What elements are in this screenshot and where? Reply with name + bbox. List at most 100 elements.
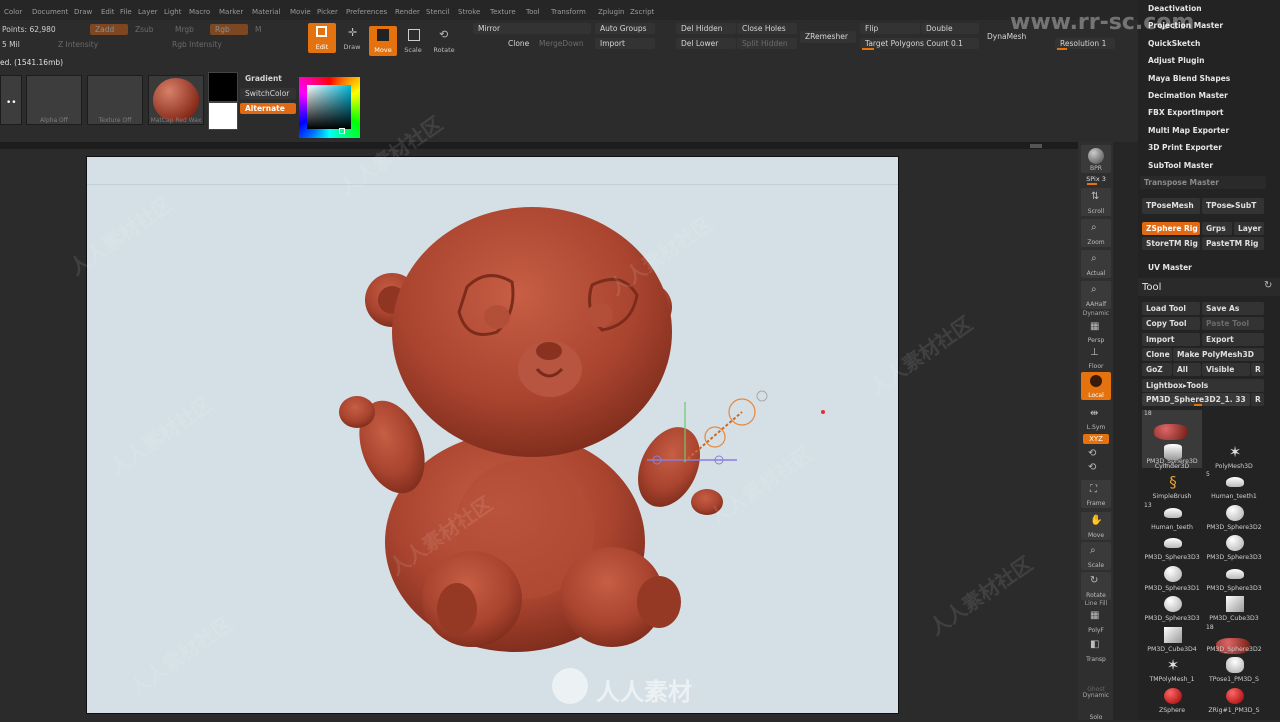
tool-thumb[interactable]: 13 Human_teeth <box>1142 502 1202 532</box>
viewport-scroll-handle[interactable] <box>1030 144 1042 148</box>
lsym-button[interactable]: ⇹ L.Sym <box>1081 404 1111 432</box>
menu-stroke[interactable]: Stroke <box>458 8 480 16</box>
menu-preferences[interactable]: Preferences <box>346 8 387 16</box>
menu-zscript[interactable]: Zscript <box>630 8 654 16</box>
floor-button[interactable]: ⊥ Floor <box>1081 343 1111 371</box>
tool-thumb[interactable]: ZSphere <box>1142 685 1202 715</box>
bear-model[interactable] <box>87 157 898 713</box>
alternate-button[interactable]: Alternate <box>240 103 296 114</box>
layer-button[interactable]: Layer <box>1234 222 1264 235</box>
store-tm-rig-button[interactable]: StoreTM Rig <box>1142 237 1200 250</box>
flip-button[interactable]: Flip <box>860 23 920 34</box>
local-button[interactable]: Local <box>1081 372 1111 400</box>
z-intensity-slider[interactable]: Z Intensity <box>56 39 168 50</box>
menu-stencil[interactable]: Stencil <box>426 8 450 16</box>
menu-light[interactable]: Light <box>164 8 181 16</box>
ghost-button[interactable]: Ghost <box>1081 666 1111 694</box>
plugin-fbx-exportimport[interactable]: FBX ExportImport <box>1148 108 1223 117</box>
color-picker[interactable] <box>299 77 360 138</box>
tool-thumb[interactable]: ZRig#1_PM3D_S <box>1204 685 1264 715</box>
rgb-button[interactable]: Rgb <box>210 24 248 35</box>
tool-thumb[interactable]: TPose1_PM3D_S <box>1204 654 1264 684</box>
menu-edit[interactable]: Edit <box>101 8 115 16</box>
draw-mode-button[interactable]: ✛ Draw <box>338 23 366 53</box>
double-button[interactable]: Double <box>921 23 979 34</box>
menu-layer[interactable]: Layer <box>138 8 158 16</box>
zsphere-rig-button[interactable]: ZSphere Rig <box>1142 222 1200 235</box>
edit-mode-button[interactable]: Edit <box>308 23 336 53</box>
rotate-z-icon[interactable]: ⟲ <box>1088 462 1096 473</box>
move-mode-button[interactable]: Move <box>369 26 397 56</box>
tool-thumb[interactable]: PM3D_Cube3D3 <box>1204 593 1264 623</box>
menu-transform[interactable]: Transform <box>551 8 586 16</box>
refresh-icon[interactable]: ↻ <box>1264 280 1272 291</box>
goz-r-button[interactable]: R <box>1251 363 1264 376</box>
plugin-maya-blend-shapes[interactable]: Maya Blend Shapes <box>1148 74 1230 83</box>
goz-all-button[interactable]: All <box>1173 363 1201 376</box>
zsub-button[interactable]: Zsub <box>130 24 166 35</box>
menu-render[interactable]: Render <box>395 8 420 16</box>
plugin-decimation-master[interactable]: Decimation Master <box>1148 91 1228 100</box>
goz-visible-button[interactable]: Visible <box>1202 363 1250 376</box>
tposemesh-button[interactable]: TPoseMesh <box>1142 198 1200 214</box>
import-button[interactable]: Import <box>595 38 655 49</box>
main-color-swatch[interactable] <box>208 72 238 102</box>
tool-thumb[interactable]: PM3D_Cube3D4 <box>1142 624 1202 654</box>
scroll-button[interactable]: ⇅ Scroll <box>1081 188 1111 216</box>
current-tool-r-button[interactable]: R <box>1251 393 1264 406</box>
zadd-button[interactable]: Zadd <box>90 24 128 35</box>
tool-palette-header[interactable]: Tool ↻ <box>1138 278 1280 296</box>
rotate-mode-button[interactable]: ⟲ Rotate <box>430 26 458 56</box>
menu-zplugin[interactable]: Zplugin <box>598 8 624 16</box>
color-picker-square[interactable] <box>307 85 351 129</box>
plugin-multi-map-exporter[interactable]: Multi Map Exporter <box>1148 126 1229 135</box>
secondary-color-swatch[interactable] <box>208 102 238 130</box>
m-button[interactable]: M <box>250 24 268 35</box>
brush-thumb[interactable]: •• <box>0 75 22 125</box>
gizmo-red-dot[interactable] <box>821 410 825 414</box>
make-polymesh-button[interactable]: Make PolyMesh3D <box>1173 348 1264 361</box>
menu-macro[interactable]: Macro <box>189 8 210 16</box>
xyz-toggle[interactable]: XYZ <box>1083 434 1109 444</box>
load-tool-button[interactable]: Load Tool <box>1142 302 1200 315</box>
copy-tool-button[interactable]: Copy Tool <box>1142 317 1200 330</box>
menu-movie[interactable]: Movie <box>290 8 311 16</box>
tool-thumb[interactable]: ✶ PolyMesh3D <box>1204 441 1264 471</box>
scale-view-button[interactable]: ⌕ Scale <box>1081 542 1111 570</box>
texture-thumb[interactable]: Texture Off <box>87 75 143 125</box>
clone-tool-button[interactable]: Clone <box>1142 348 1172 361</box>
bpr-button[interactable]: BPR <box>1081 145 1111 173</box>
tool-thumb[interactable]: PM3D_Sphere3D3 <box>1204 563 1264 593</box>
transpose-middle-circle[interactable] <box>704 426 726 448</box>
lightbox-tools-button[interactable]: Lightbox▸Tools <box>1142 379 1264 392</box>
tpose-subt-button[interactable]: TPose▸SubT <box>1202 198 1264 214</box>
document-canvas[interactable] <box>86 156 899 714</box>
alpha-thumb[interactable]: Alpha Off <box>26 75 82 125</box>
del-lower-button[interactable]: Del Lower <box>676 38 736 49</box>
color-picker-cursor[interactable] <box>339 128 345 134</box>
save-as-button[interactable]: Save As <box>1202 302 1264 315</box>
aahalf-button[interactable]: ⌕ AAHalf <box>1081 281 1111 309</box>
menu-draw[interactable]: Draw <box>74 8 92 16</box>
tool-thumb[interactable]: PM3D_Sphere3D2 <box>1204 502 1264 532</box>
scale-mode-button[interactable]: Scale <box>399 26 427 56</box>
clone-button[interactable]: Clone <box>503 38 533 49</box>
import-tool-button[interactable]: Import <box>1142 333 1200 346</box>
persp-button[interactable]: ▦ Persp <box>1081 317 1111 345</box>
tool-thumb[interactable]: 18 PM3D_Sphere3D2 <box>1204 624 1264 654</box>
tool-thumb[interactable]: PM3D_Sphere3D3 <box>1142 532 1202 562</box>
frame-button[interactable]: ⛶ Frame <box>1081 480 1111 508</box>
merge-down-button[interactable]: MergeDown <box>534 38 590 49</box>
switch-color-button[interactable]: SwitchColor <box>240 88 296 99</box>
transpose-far-circle[interactable] <box>756 390 768 402</box>
menu-document[interactable]: Document <box>32 8 68 16</box>
menu-material[interactable]: Material <box>252 8 280 16</box>
rotate-view-button[interactable]: ↻ Rotate <box>1081 572 1111 600</box>
paste-tool-button[interactable]: Paste Tool <box>1202 317 1264 330</box>
material-thumb[interactable]: MatCap Red Wax <box>148 75 204 125</box>
plugin-subtool-master[interactable]: SubTool Master <box>1148 161 1213 170</box>
grps-button[interactable]: Grps <box>1202 222 1232 235</box>
menu-marker[interactable]: Marker <box>219 8 243 16</box>
export-tool-button[interactable]: Export <box>1202 333 1264 346</box>
solo-button[interactable]: Solo <box>1081 694 1111 722</box>
